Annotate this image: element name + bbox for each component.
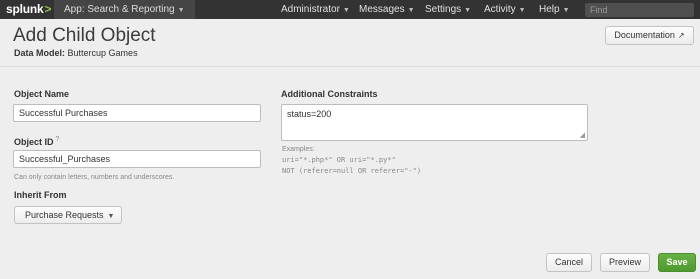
data-model-value: Buttercup Games: [67, 48, 138, 58]
splunk-logo[interactable]: splunk>: [6, 2, 51, 17]
nav-help-label: Help: [539, 4, 560, 15]
app-menu[interactable]: App: Search & Reporting ▼: [54, 0, 195, 19]
chevron-down-icon: ▼: [562, 7, 570, 14]
additional-constraints-textarea[interactable]: status=200 ◢: [281, 104, 588, 141]
nav-settings[interactable]: Settings ▼: [425, 0, 471, 19]
object-id-hint: Can only contain letters, numbers and un…: [14, 174, 175, 181]
save-button[interactable]: Save: [658, 253, 696, 272]
chevron-down-icon: ▼: [407, 7, 415, 14]
object-id-input[interactable]: Successful_Purchases: [13, 150, 261, 168]
nav-settings-label: Settings: [425, 4, 462, 15]
object-name-input[interactable]: Successful Purchases: [13, 104, 261, 122]
header-divider: [0, 66, 700, 67]
object-id-label: Object ID?: [14, 136, 59, 147]
nav-messages[interactable]: Messages ▼: [359, 0, 415, 19]
chevron-down-icon: ▼: [518, 7, 526, 14]
object-name-label: Object Name: [14, 89, 70, 99]
find-placeholder: Find: [590, 5, 608, 15]
chevron-down-icon: ▼: [342, 7, 350, 14]
nav-help[interactable]: Help ▼: [539, 0, 570, 19]
examples-label: Examples:: [282, 146, 315, 153]
nav-messages-label: Messages: [359, 4, 405, 15]
example-line-1: uri="*.php*" OR uri="*.py*": [282, 156, 396, 164]
documentation-button[interactable]: Documentation ↗: [605, 26, 694, 45]
app-menu-label: App: Search & Reporting: [64, 4, 175, 15]
inherit-from-dropdown[interactable]: Purchase Requests ▼: [14, 206, 122, 224]
chevron-down-icon: ▼: [177, 7, 185, 14]
top-navigation-bar: splunk> App: Search & Reporting ▼ Adminis…: [0, 0, 700, 19]
chevron-down-icon: ▼: [107, 213, 115, 220]
find-search-input[interactable]: Find: [585, 3, 694, 17]
data-model-label: Data Model:: [14, 48, 66, 58]
resize-handle-icon[interactable]: ◢: [580, 131, 585, 139]
nav-administrator[interactable]: Administrator ▼: [281, 0, 350, 19]
nav-activity-label: Activity: [484, 4, 516, 15]
page-title: Add Child Object: [13, 25, 156, 46]
inherit-from-value: Purchase Requests: [25, 210, 104, 220]
inherit-from-label: Inherit From: [14, 190, 67, 200]
nav-administrator-label: Administrator: [281, 4, 340, 15]
object-id-label-text: Object ID: [14, 137, 54, 147]
chevron-down-icon: ▼: [464, 7, 472, 14]
data-model-line: Data Model: Buttercup Games: [14, 48, 138, 58]
cancel-button[interactable]: Cancel: [546, 253, 592, 272]
logo-chevron-icon: >: [44, 2, 52, 16]
additional-constraints-label: Additional Constraints: [281, 89, 378, 99]
additional-constraints-value: status=200: [287, 109, 332, 119]
external-link-icon: ↗: [677, 31, 685, 40]
logo-text: splunk: [6, 2, 44, 16]
help-icon[interactable]: ?: [56, 136, 60, 143]
preview-button[interactable]: Preview: [600, 253, 650, 272]
documentation-button-label: Documentation: [614, 30, 675, 40]
example-line-2: NOT (referer=null OR referer="-"): [282, 167, 422, 175]
nav-activity[interactable]: Activity ▼: [484, 0, 526, 19]
